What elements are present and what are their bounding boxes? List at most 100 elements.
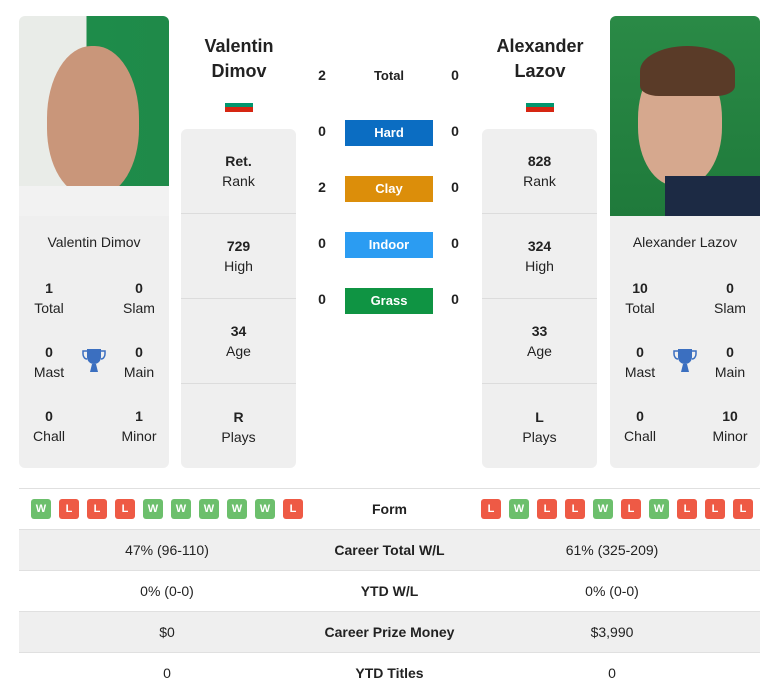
form-badge-win[interactable]: W: [171, 499, 191, 519]
right-value: $3,990: [590, 624, 634, 640]
value: 34: [230, 323, 247, 339]
h2h-clay-left: 2: [318, 179, 326, 195]
last-name: Lazov: [514, 61, 566, 81]
value: 10: [722, 408, 738, 424]
titles-slam: 0 Slam: [700, 278, 760, 318]
table-row: 47% (96-110) Career Total W/L 61% (325-2…: [19, 529, 760, 570]
titles-minor: 10 Minor: [700, 406, 760, 446]
label: Age: [527, 343, 552, 359]
info-age: 33 Age: [482, 299, 597, 384]
form-badge-loss[interactable]: L: [283, 499, 303, 519]
label: Rank: [222, 173, 255, 189]
value: 324: [527, 238, 552, 254]
player-name-left[interactable]: Valentin Dimov: [174, 34, 304, 84]
form-badge-loss[interactable]: L: [87, 499, 107, 519]
form-badge-win[interactable]: W: [227, 499, 247, 519]
last-name: Dimov: [211, 61, 267, 81]
form-badge-loss[interactable]: L: [677, 499, 697, 519]
info-plays: R Plays: [181, 384, 296, 469]
form-badge-win[interactable]: W: [31, 499, 51, 519]
left-value: $0: [159, 624, 175, 640]
info-high: 729 High: [181, 214, 296, 299]
label: High: [525, 258, 554, 274]
form-badge-loss[interactable]: L: [565, 499, 585, 519]
form-badge-win[interactable]: W: [593, 499, 613, 519]
player-info-right: 828 Rank 324 High 33 Age L Plays: [482, 129, 597, 468]
label: Minor: [712, 428, 748, 444]
shirt-shape: [665, 176, 760, 216]
right-value: 0: [608, 665, 616, 681]
value: 0: [726, 280, 734, 296]
form-badge-win[interactable]: W: [649, 499, 669, 519]
value: 0: [135, 280, 143, 296]
form-badge-loss[interactable]: L: [705, 499, 725, 519]
value: 33: [531, 323, 548, 339]
info-high: 324 High: [482, 214, 597, 299]
value: 0: [636, 408, 644, 424]
form-badge-loss[interactable]: L: [537, 499, 557, 519]
value: 828: [527, 153, 552, 169]
value: 1: [45, 280, 53, 296]
value: 729: [226, 238, 251, 254]
titles-mast: 0 Mast: [610, 342, 670, 382]
h2h-total-right: 0: [451, 67, 459, 83]
player-name: Valentin Dimov: [47, 234, 141, 250]
player-card-right: Alexander Lazov 10 Total 0 Slam 0 Mast 0 Mai…: [610, 216, 760, 468]
surface-grass-badge[interactable]: Grass: [345, 288, 433, 314]
label: Main: [714, 364, 746, 380]
player-card-left: Valentin Dimov 1 Total 0 Slam 0 Mast 0 Main …: [19, 216, 169, 468]
player-name-right[interactable]: Alexander Lazov: [475, 34, 605, 84]
label: Chall: [33, 428, 65, 444]
surface-hard-badge[interactable]: Hard: [345, 120, 433, 146]
form-badge-loss[interactable]: L: [115, 499, 135, 519]
info-age: 34 Age: [181, 299, 296, 384]
label: Mast: [33, 364, 65, 380]
form-badge-win[interactable]: W: [143, 499, 163, 519]
value: Ret.: [225, 153, 252, 169]
player-photo-left: [19, 16, 169, 216]
titles-total: 1 Total: [19, 278, 79, 318]
h2h-total-label: Total: [373, 68, 405, 83]
info-plays: L Plays: [482, 384, 597, 469]
label: Plays: [522, 428, 557, 445]
h2h-indoor-left: 0: [318, 235, 326, 251]
first-name: Alexander: [496, 36, 584, 56]
value: 0: [636, 344, 644, 360]
form-badge-win[interactable]: W: [509, 499, 529, 519]
table-row: $0 Career Prize Money $3,990: [19, 611, 760, 652]
table-row: 0% (0-0) YTD W/L 0% (0-0): [19, 570, 760, 611]
player-info-left: Ret. Rank 729 High 34 Age R Plays: [181, 129, 296, 468]
form-badge-loss[interactable]: L: [621, 499, 641, 519]
label: Slam: [714, 300, 746, 316]
right-value: 61% (325-209): [565, 542, 659, 558]
h2h-grass-right: 0: [451, 291, 459, 307]
comparison-table: WLLLWWWWWL Form LWLLWLWLLL 47% (96-110) …: [19, 488, 760, 693]
form-badge-loss[interactable]: L: [733, 499, 753, 519]
titles-mast: 0 Mast: [19, 342, 79, 382]
form-badge-loss[interactable]: L: [481, 499, 501, 519]
form-badge-loss[interactable]: L: [59, 499, 79, 519]
label: Plays: [221, 428, 256, 445]
form-row: WLLLWWWWWL Form LWLLWLWLLL: [19, 488, 760, 529]
label: Main: [123, 364, 155, 380]
form-left: WLLLWWWWWL: [19, 499, 315, 519]
h2h-total-left: 2: [318, 67, 326, 83]
label: Slam: [123, 300, 155, 316]
label: Mast: [624, 364, 656, 380]
titles-minor: 1 Minor: [109, 406, 169, 446]
surface-clay-badge[interactable]: Clay: [345, 176, 433, 202]
surface-indoor-badge[interactable]: Indoor: [345, 232, 433, 258]
form-badge-win[interactable]: W: [255, 499, 275, 519]
label: Rank: [523, 173, 556, 189]
row-label: Career Prize Money: [324, 624, 455, 640]
value: 0: [726, 344, 734, 360]
titles-total: 10 Total: [610, 278, 670, 318]
face-shape: [47, 46, 139, 196]
flag-icon-bulgaria: [526, 98, 554, 113]
flag-icon-bulgaria: [225, 98, 253, 113]
h2h-grass-left: 0: [318, 291, 326, 307]
label: Age: [226, 343, 251, 359]
value: 0: [45, 344, 53, 360]
player-photo-right: [610, 16, 760, 216]
form-badge-win[interactable]: W: [199, 499, 219, 519]
